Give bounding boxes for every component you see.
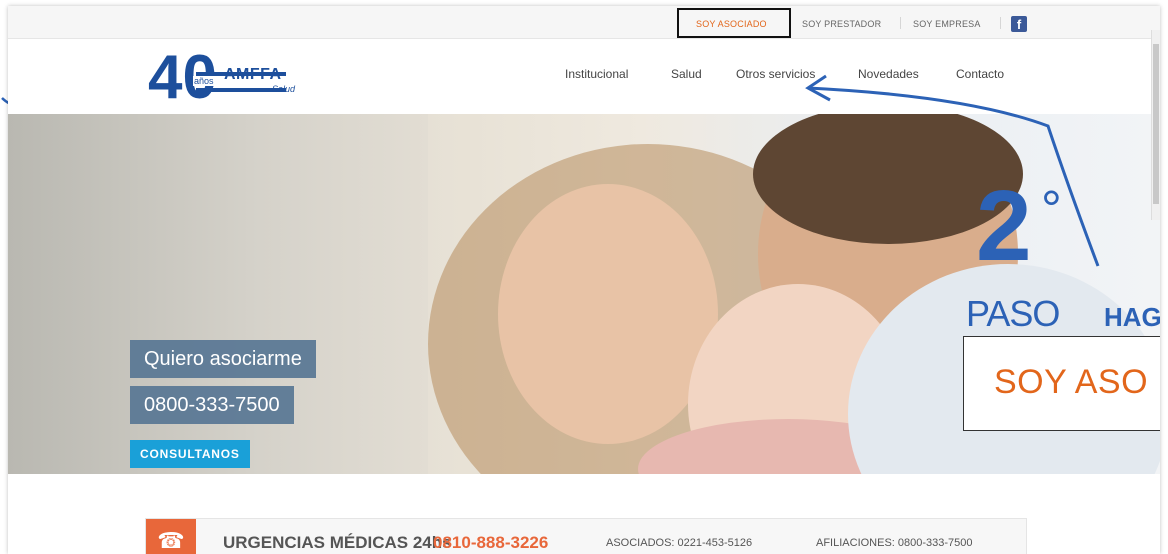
afiliaciones-phone: AFILIACIONES: 0800-333-7500 xyxy=(816,537,973,549)
consultanos-button[interactable]: CONSULTANOS xyxy=(130,440,250,468)
step-number: 2 xyxy=(976,170,1032,282)
phone-icon: ☎ xyxy=(146,519,196,554)
scrollbar-thumb[interactable] xyxy=(1153,44,1159,204)
urgencias-phone[interactable]: 0810-888-3226 xyxy=(433,533,548,553)
urgencias-title: URGENCIAS MÉDICAS 24hs xyxy=(223,533,452,552)
asociados-phone: ASOCIADOS: 0221-453-5126 xyxy=(606,537,753,549)
website-page: SOY ASOCIADO SOY PRESTADOR SOY EMPRESA f… xyxy=(8,6,1160,554)
scrollbar[interactable] xyxy=(1151,30,1160,220)
step-word: PASO xyxy=(966,293,1060,334)
cta-phone[interactable]: 0800-333-7500 xyxy=(130,386,294,424)
urgencias-bar: ☎ URGENCIAS MÉDICAS 24hs 0810-888-3226 A… xyxy=(145,518,1027,554)
annotation-callout: SOY ASO xyxy=(963,336,1160,431)
step-instruction: HAGA xyxy=(1104,302,1160,332)
callout-text: SOY ASO xyxy=(994,363,1149,401)
step-degree: ° xyxy=(1041,181,1062,239)
